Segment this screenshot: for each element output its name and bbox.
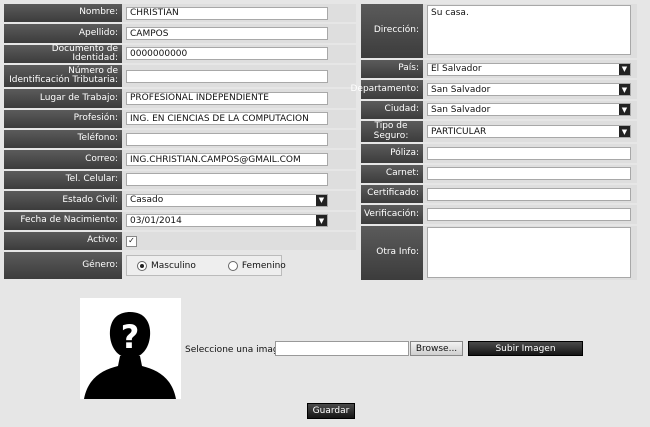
row-poliza: Póliza: [361, 144, 637, 163]
row-activo: Activo: ✓ [4, 231, 356, 251]
departamento-select[interactable]: San Salvador ▼ [427, 83, 631, 97]
dropdown-arrow-icon[interactable]: ▼ [619, 84, 630, 96]
activo-checkbox[interactable]: ✓ [126, 235, 137, 247]
file-path-input[interactable] [275, 341, 409, 356]
verificacion-input[interactable] [427, 208, 631, 222]
label-profesion: Profesión: [4, 109, 122, 128]
ciudad-select[interactable]: San Salvador ▼ [427, 103, 631, 117]
row-fecha-nacimiento: Fecha de Nacimiento: 03/01/2014 ▼ [4, 211, 356, 230]
row-nombre: Nombre: CHRISTIAN [4, 4, 356, 23]
fecha-nacimiento-select[interactable]: 03/01/2014 ▼ [126, 214, 328, 228]
browse-button[interactable]: Browse... [410, 341, 463, 356]
label-otra-info: Otra Info: [361, 225, 423, 280]
correo-input[interactable]: ING.CHRISTIAN.CAMPOS@GMAIL.COM [126, 153, 328, 167]
label-activo: Activo: [4, 231, 122, 251]
label-pais: País: [361, 60, 423, 79]
row-apellido: Apellido: CAMPOS [4, 24, 356, 43]
row-departamento: Departamento: San Salvador ▼ [350, 80, 637, 99]
apellido-input[interactable]: CAMPOS [126, 27, 328, 41]
profile-photo-placeholder: ? [80, 298, 181, 399]
label-tel-celular: Tel. Celular: [4, 170, 122, 190]
label-verificacion: Verificación: [361, 205, 423, 224]
row-estado-civil: Estado Civil: Casado ▼ [4, 191, 356, 210]
photo-question-mark: ? [121, 318, 140, 356]
otra-info-textarea[interactable] [427, 226, 631, 278]
radio-masculino[interactable]: Masculino [137, 260, 196, 271]
label-telefono: Teléfono: [4, 129, 122, 149]
label-lugar-trabajo: Lugar de Trabajo: [4, 89, 122, 108]
pais-value: El Salvador [431, 64, 482, 75]
row-telefono: Teléfono: [4, 129, 356, 149]
profesion-input[interactable]: ING. EN CIENCIAS DE LA COMPUTACION [126, 112, 328, 126]
radio-femenino[interactable]: Femenino [227, 260, 286, 271]
label-nombre: Nombre: [4, 4, 122, 23]
dropdown-arrow-icon[interactable]: ▼ [619, 126, 630, 138]
tel-celular-input[interactable] [126, 173, 328, 187]
estado-civil-value: Casado [130, 195, 164, 206]
label-ciudad: Ciudad: [361, 100, 423, 120]
radio-on-icon[interactable] [137, 260, 147, 271]
label-correo: Correo: [4, 150, 122, 169]
certificado-input[interactable] [427, 187, 631, 201]
label-departamento: Departamento: [350, 80, 423, 99]
radio-femenino-label: Femenino [241, 260, 286, 271]
carnet-input[interactable] [427, 167, 631, 181]
label-nit: Número de Identificación Tributaria: [4, 65, 122, 88]
row-correo: Correo: ING.CHRISTIAN.CAMPOS@GMAIL.COM [4, 150, 356, 169]
label-estado-civil: Estado Civil: [4, 191, 122, 210]
dropdown-arrow-icon[interactable]: ▼ [619, 63, 630, 75]
poliza-input[interactable] [427, 146, 631, 160]
dropdown-arrow-icon[interactable]: ▼ [316, 215, 327, 227]
tipo-seguro-value: PARTICULAR [431, 126, 487, 137]
nit-input[interactable] [126, 69, 328, 83]
label-documento: Documento de Identidad: [4, 44, 122, 64]
departamento-value: San Salvador [431, 84, 491, 95]
radio-masculino-label: Masculino [151, 260, 196, 271]
label-carnet: Carnet: [361, 164, 423, 183]
label-direccion: Dirección: [361, 4, 423, 58]
row-pais: País: El Salvador ▼ [361, 60, 637, 79]
row-certificado: Certificado: [361, 184, 637, 204]
save-button[interactable]: Guardar [307, 403, 355, 419]
pais-select[interactable]: El Salvador ▼ [427, 62, 631, 76]
radio-off-icon[interactable] [227, 260, 238, 271]
personal-info-form: Nombre: CHRISTIAN Apellido: CAMPOS Docum… [4, 4, 356, 281]
dropdown-arrow-icon[interactable]: ▼ [316, 194, 327, 206]
label-fecha-nacimiento: Fecha de Nacimiento: [4, 211, 122, 230]
upload-image-button[interactable]: Subir Imagen [468, 341, 583, 356]
row-documento: Documento de Identidad: 0000000000 [4, 44, 356, 64]
row-ciudad: Ciudad: San Salvador ▼ [361, 100, 637, 120]
row-lugar-trabajo: Lugar de Trabajo: PROFESIONAL INDEPENDIE… [4, 89, 356, 108]
genero-radio-group: Masculino Femenino [126, 255, 286, 277]
row-tel-celular: Tel. Celular: [4, 170, 356, 190]
label-certificado: Certificado: [361, 184, 423, 204]
label-tipo-seguro: Tipo de Seguro: [361, 121, 423, 143]
telefono-input[interactable] [126, 132, 328, 146]
documento-input[interactable]: 0000000000 [126, 47, 328, 61]
dropdown-arrow-icon[interactable]: ▼ [619, 104, 630, 116]
estado-civil-select[interactable]: Casado ▼ [126, 193, 328, 207]
row-profesion: Profesión: ING. EN CIENCIAS DE LA COMPUT… [4, 109, 356, 128]
lugar-trabajo-input[interactable]: PROFESIONAL INDEPENDIENTE [126, 91, 328, 105]
label-poliza: Póliza: [361, 144, 423, 163]
ciudad-value: San Salvador [431, 104, 491, 115]
row-carnet: Carnet: [361, 164, 637, 183]
tipo-seguro-select[interactable]: PARTICULAR ▼ [427, 125, 631, 139]
row-direccion: Dirección: Su casa. [361, 4, 637, 58]
row-otra-info: Otra Info: [361, 225, 637, 280]
row-tipo-seguro: Tipo de Seguro: PARTICULAR ▼ [361, 121, 637, 143]
nombre-input[interactable]: CHRISTIAN [126, 6, 328, 20]
label-genero: Género: [4, 252, 122, 280]
direccion-textarea[interactable]: Su casa. [427, 5, 631, 55]
row-genero: Género: Masculino Femenino [4, 252, 356, 280]
address-insurance-form: Dirección: Su casa. País: El Salvador ▼ … [350, 4, 637, 282]
label-apellido: Apellido: [4, 24, 122, 43]
row-verificacion: Verificación: [361, 205, 637, 224]
row-nit: Número de Identificación Tributaria: [4, 65, 356, 88]
unknown-person-icon: ? [84, 312, 176, 399]
fecha-nacimiento-value: 03/01/2014 [130, 215, 182, 226]
